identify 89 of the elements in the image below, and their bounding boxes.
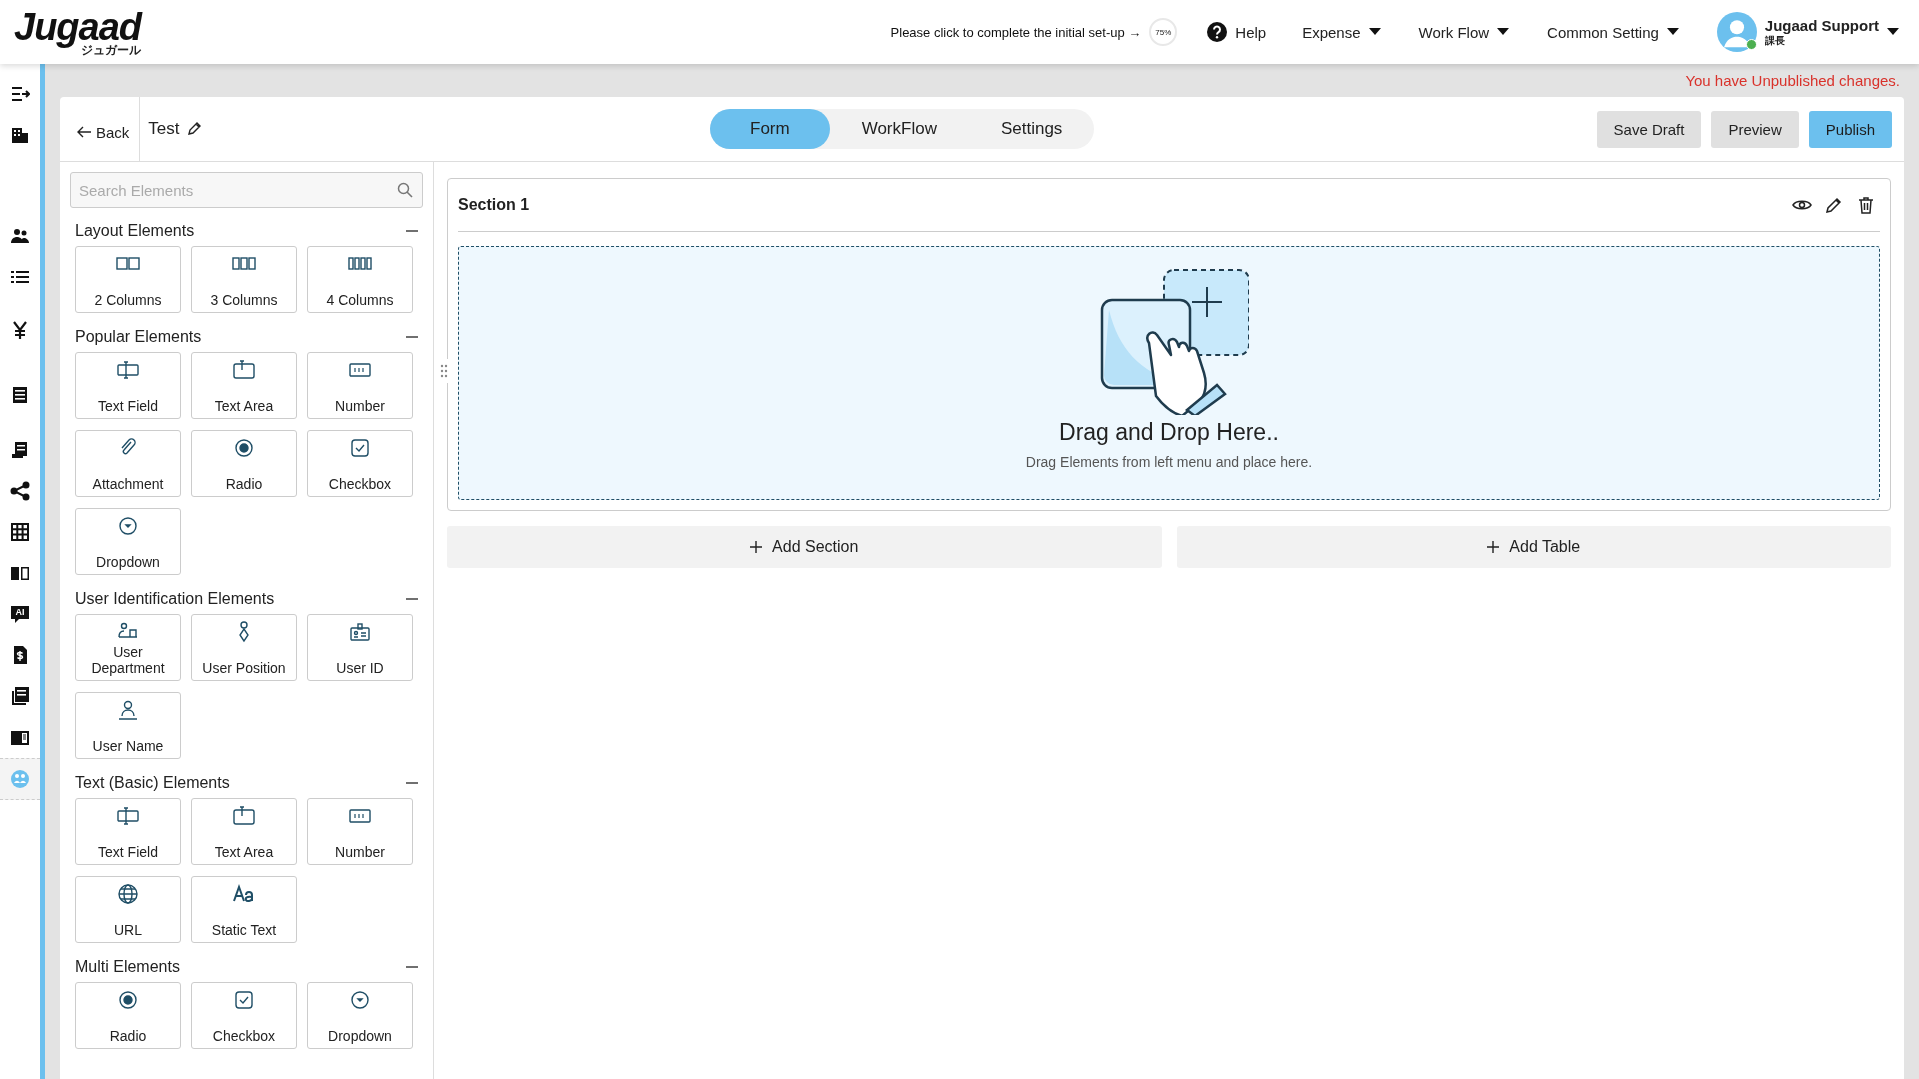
element-tile[interactable]: User Position: [191, 614, 297, 681]
form-name: Test: [148, 119, 180, 139]
doc-icon: [10, 385, 30, 405]
tab[interactable]: Settings: [968, 109, 1095, 149]
url-icon: [116, 882, 140, 906]
caret-icon: [1368, 28, 1381, 36]
publish-button[interactable]: Publish: [1808, 110, 1892, 148]
drop-zone-title: Drag and Drop Here..: [1059, 419, 1279, 446]
element-tile[interactable]: Checkbox: [307, 430, 413, 497]
papers-icon: [10, 686, 30, 706]
element-tile[interactable]: Static Text: [191, 876, 297, 943]
help-link[interactable]: Help: [1207, 22, 1267, 42]
ai-label: AI: [15, 608, 25, 618]
receipt-icon: [10, 440, 30, 460]
toolbar-button[interactable]: Preview: [1711, 110, 1799, 148]
radio-icon: [232, 436, 256, 460]
section-title: Section 1: [458, 196, 530, 214]
back-link[interactable]: Back: [76, 97, 141, 161]
element-tile[interactable]: Text Area: [191, 352, 297, 419]
element-tile[interactable]: 2 Columns: [75, 246, 181, 313]
add-button[interactable]: Add Section: [447, 526, 1162, 568]
dropdown-icon: [348, 988, 372, 1012]
element-tile[interactable]: Number: [307, 352, 413, 419]
element-tile[interactable]: Dropdown: [75, 508, 181, 575]
logo[interactable]: Jugaad: [14, 8, 142, 46]
textarea-icon: [232, 358, 256, 382]
nav-menu[interactable]: Common Setting: [1547, 23, 1679, 41]
element-tile[interactable]: User ID: [307, 614, 413, 681]
building-icon: [10, 125, 30, 145]
caret-icon: [1497, 28, 1510, 36]
group-title: Text (Basic) Elements: [75, 774, 230, 792]
user-role: 課長: [1764, 34, 1786, 48]
tab[interactable]: WorkFlow: [829, 109, 969, 149]
element-tile[interactable]: Checkbox: [191, 982, 297, 1049]
plus-icon: [750, 541, 763, 553]
element-tile[interactable]: Dropdown: [307, 982, 413, 1049]
username-icon: [116, 698, 140, 722]
caret-icon: [1666, 28, 1679, 36]
element-tile[interactable]: User Department: [75, 614, 181, 681]
share-icon: [10, 481, 30, 501]
userid-icon: [348, 620, 372, 644]
element-tile[interactable]: 4 Columns: [307, 246, 413, 313]
search-field[interactable]: Search Elements: [70, 172, 423, 208]
element-tile[interactable]: Radio: [191, 430, 297, 497]
pencil-icon[interactable]: [185, 121, 202, 137]
pencil-icon[interactable]: [1824, 195, 1844, 215]
user-name[interactable]: Jugaad Support: [1764, 16, 1879, 34]
yen-icon: [10, 320, 30, 340]
nav-menu[interactable]: Work Flow: [1418, 23, 1510, 41]
textfield-icon: [116, 358, 140, 382]
setup-percentage: 75%: [1149, 18, 1178, 46]
element-tile[interactable]: URL: [75, 876, 181, 943]
element-tile[interactable]: Text Area: [191, 798, 297, 865]
grid-icon: [10, 522, 30, 542]
setup-link[interactable]: Please click to complete the initial set-up →: [890, 24, 1142, 40]
element-tile[interactable]: 3 Columns: [191, 246, 297, 313]
textarea-icon: [232, 804, 256, 828]
caret-icon[interactable]: [1887, 28, 1899, 36]
checkbox-icon: [348, 436, 372, 460]
element-tile[interactable]: User Name: [75, 692, 181, 759]
nav-rail-item[interactable]: AI: [0, 594, 40, 635]
arrow-left-icon: [76, 124, 92, 140]
group-title: Multi Elements: [75, 958, 180, 976]
group-title: Popular Elements: [75, 328, 202, 346]
nav-menu[interactable]: Expense: [1302, 23, 1381, 41]
element-tile[interactable]: Number: [307, 798, 413, 865]
toolbar-button[interactable]: Save Draft: [1596, 110, 1702, 148]
search-icon: [397, 182, 413, 198]
avatar[interactable]: [1716, 12, 1757, 52]
ai-icon: [10, 604, 30, 624]
add-button[interactable]: Add Table: [1176, 526, 1891, 568]
tab[interactable]: Form: [710, 109, 830, 149]
drop-zone-hint: Drag Elements from left menu and place here.: [1025, 454, 1313, 470]
people-icon: [10, 226, 30, 246]
dropdown-icon: [116, 514, 140, 538]
element-tile[interactable]: Text Field: [75, 798, 181, 865]
element-tile[interactable]: Radio: [75, 982, 181, 1049]
group-title: Layout Elements: [75, 222, 195, 240]
checkbox-icon: [232, 988, 256, 1012]
textfield-icon: [116, 804, 140, 828]
help-icon: [1207, 22, 1228, 42]
radio-icon: [116, 988, 140, 1012]
collapse-icon: [10, 84, 30, 104]
plus-icon: [1487, 541, 1500, 553]
group-title: User Identification Elements: [75, 590, 275, 608]
element-tile[interactable]: Text Field: [75, 352, 181, 419]
trash-icon[interactable]: [1856, 195, 1876, 215]
unpublished-notice: You have Unpublished changes.: [1685, 72, 1900, 89]
element-tile[interactable]: Attachment: [75, 430, 181, 497]
